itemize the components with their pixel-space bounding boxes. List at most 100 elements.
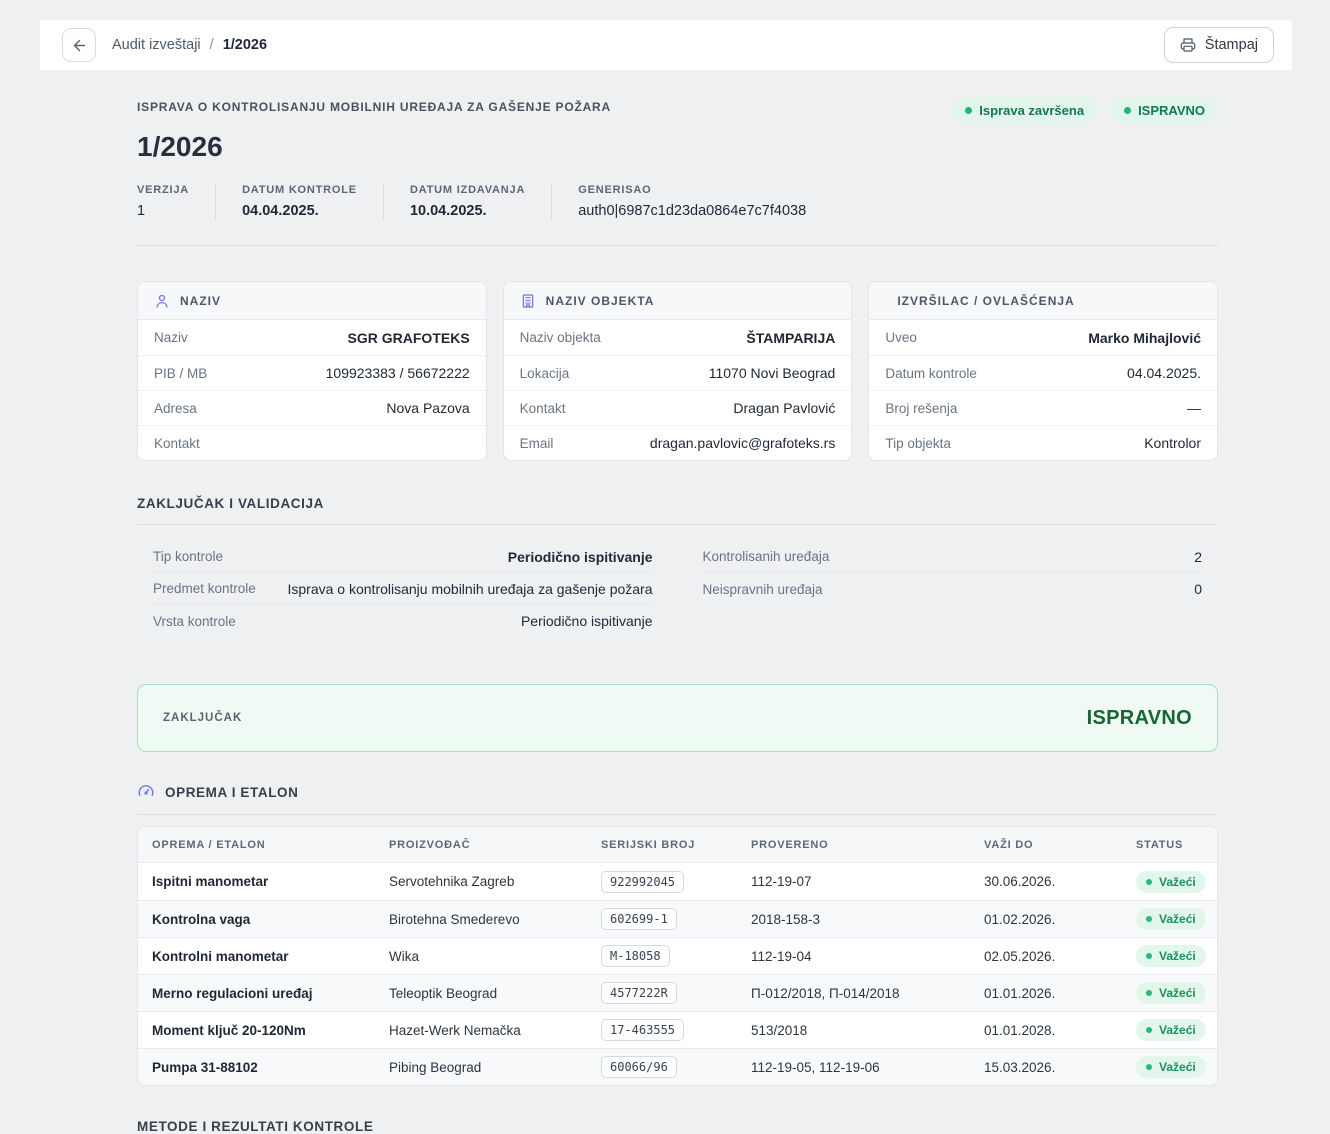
info-row: Naziv SGR GRAFOTEKS bbox=[138, 320, 486, 355]
green-dot-icon bbox=[965, 107, 972, 114]
meta-value: 04.04.2025. bbox=[242, 203, 357, 219]
serial-chip: 17-463555 bbox=[601, 1019, 684, 1041]
meta-label: VERZIJA bbox=[137, 184, 189, 196]
cell-manufacturer: Birotehna Smederevo bbox=[389, 912, 601, 927]
printer-icon bbox=[1180, 37, 1196, 53]
validation-right-column: Kontrolisanih uređaja 2 Neispravnih uređ… bbox=[703, 541, 1203, 637]
meta-value: auth0|6987c1d23da0864e7c7f4038 bbox=[578, 203, 806, 219]
table-row: Merno regulacioni uređaj Teleoptik Beogr… bbox=[138, 974, 1217, 1011]
card-executor: IZVRŠILAC / OVLAŠĆENJA Uveo Marko Mihajl… bbox=[868, 281, 1218, 461]
card-company-header: NAZIV bbox=[138, 282, 486, 320]
validation-section-title: ZAKLJUČAK I VALIDACIJA bbox=[137, 496, 1218, 525]
cell-equipment-name: Moment ključ 20-120Nm bbox=[152, 1023, 389, 1038]
green-dot-icon bbox=[1146, 916, 1152, 922]
cell-equipment-name: Kontrolna vaga bbox=[152, 912, 389, 927]
status-badges: Isprava završena ISPRAVNO bbox=[952, 97, 1218, 124]
status-badge-document: Isprava završena bbox=[952, 97, 1097, 124]
conclusion-label: ZAKLJUČAK bbox=[163, 712, 242, 724]
info-row: Kontakt Dragan Pavlović bbox=[504, 390, 852, 425]
equipment-section: OPREMA I ETALON OPREMA / ETALON PROIZVOĐ… bbox=[137, 783, 1218, 1086]
cell-verified: 112-19-04 bbox=[751, 949, 984, 964]
column-header: PROVERENO bbox=[751, 839, 984, 851]
cell-manufacturer: Teleoptik Beograd bbox=[389, 986, 601, 1001]
column-header: PROIZVOĐAČ bbox=[389, 839, 601, 851]
cell-valid-until: 01.01.2026. bbox=[984, 986, 1136, 1001]
methods-section-title: METODE I REZULTATI KONTROLE bbox=[137, 1119, 1218, 1134]
card-executor-header: IZVRŠILAC / OVLAŠĆENJA bbox=[869, 282, 1217, 320]
table-row: Moment ključ 20-120Nm Hazet-Werk Nemačka… bbox=[138, 1011, 1217, 1048]
cell-verified: П-012/2018, П-014/2018 bbox=[751, 986, 984, 1001]
print-button-label: Štampaj bbox=[1205, 37, 1258, 53]
back-button[interactable] bbox=[62, 28, 96, 62]
validation-left-column: Tip kontrole Periodično ispitivanje Pred… bbox=[153, 541, 653, 637]
serial-chip: 4577222R bbox=[601, 982, 677, 1004]
meta-value: 1 bbox=[137, 203, 189, 219]
info-row: Broj rešenja — bbox=[869, 390, 1217, 425]
cell-manufacturer: Hazet-Werk Nemačka bbox=[389, 1023, 601, 1038]
table-row: Kontrolni manometar Wika M-18058 112-19-… bbox=[138, 937, 1217, 974]
cell-valid-until: 01.02.2026. bbox=[984, 912, 1136, 927]
meta-label: GENERISAO bbox=[578, 184, 806, 196]
column-header: STATUS bbox=[1136, 839, 1203, 851]
kv-row: Predmet kontrole Isprava o kontrolisanju… bbox=[153, 573, 653, 605]
meta-label: DATUM KONTROLE bbox=[242, 184, 357, 196]
card-title: IZVRŠILAC / OVLAŠĆENJA bbox=[897, 294, 1074, 308]
document-meta: VERZIJA 1 DATUM KONTROLE 04.04.2025. DAT… bbox=[137, 184, 1218, 219]
kv-row: Tip kontrole Periodično ispitivanje bbox=[153, 541, 653, 573]
cell-verified: 112-19-07 bbox=[751, 874, 984, 889]
column-header: OPREMA / ETALON bbox=[152, 839, 389, 851]
info-row: Email dragan.pavlovic@grafoteks.rs bbox=[504, 425, 852, 460]
serial-chip: M-18058 bbox=[601, 945, 670, 967]
info-row: PIB / MB 109923383 / 56672222 bbox=[138, 355, 486, 390]
equipment-section-label: OPREMA I ETALON bbox=[165, 785, 299, 800]
green-dot-icon bbox=[1146, 879, 1152, 885]
table-row: Pumpa 31-88102 Pibing Beograd 60066/96 1… bbox=[138, 1048, 1217, 1085]
green-dot-icon bbox=[1146, 1064, 1152, 1070]
document-header: ISPRAVA O KONTROLISANJU MOBILNIH UREĐAJA… bbox=[137, 70, 1218, 246]
person-icon bbox=[154, 293, 170, 309]
green-dot-icon bbox=[1146, 990, 1152, 996]
table-row: Kontrolna vaga Birotehna Smederevo 60269… bbox=[138, 900, 1217, 937]
conclusion-box: ZAKLJUČAK ISPRAVNO bbox=[137, 684, 1218, 752]
cell-equipment-name: Merno regulacioni uređaj bbox=[152, 986, 389, 1001]
kv-row: Kontrolisanih uređaja 2 bbox=[703, 541, 1203, 573]
cell-manufacturer: Servotehnika Zagreb bbox=[389, 874, 601, 889]
cell-verified: 513/2018 bbox=[751, 1023, 984, 1038]
meta-item-generated-by: GENERISAO auth0|6987c1d23da0864e7c7f4038 bbox=[551, 184, 832, 219]
print-button[interactable]: Štampaj bbox=[1164, 27, 1274, 63]
equipment-section-title: OPREMA I ETALON bbox=[137, 783, 1218, 815]
main-content: ISPRAVA O KONTROLISANJU MOBILNIH UREĐAJA… bbox=[137, 70, 1218, 1134]
serial-chip: 602699-1 bbox=[601, 908, 677, 930]
topbar-left: Audit izveštaji / 1/2026 bbox=[62, 28, 267, 62]
table-header-row: OPREMA / ETALON PROIZVOĐAČ SERIJSKI BROJ… bbox=[138, 827, 1217, 863]
green-dot-icon bbox=[1146, 953, 1152, 959]
conclusion-value: ISPRAVNO bbox=[1087, 707, 1192, 730]
info-row: Naziv objekta ŠTAMPARIJA bbox=[504, 320, 852, 355]
info-row: Adresa Nova Pazova bbox=[138, 390, 486, 425]
card-facility-header: NAZIV OBJEKTA bbox=[504, 282, 852, 320]
status-badge: Važeći bbox=[1136, 908, 1206, 930]
info-row: Uveo Marko Mihajlović bbox=[869, 320, 1217, 355]
cell-manufacturer: Wika bbox=[389, 949, 601, 964]
status-badge: Važeći bbox=[1136, 1056, 1206, 1078]
meta-item-control-date: DATUM KONTROLE 04.04.2025. bbox=[215, 184, 383, 219]
meta-value: 10.04.2025. bbox=[410, 203, 525, 219]
page-title: 1/2026 bbox=[137, 131, 1218, 163]
breadcrumb-link-audit-reports[interactable]: Audit izveštaji bbox=[112, 37, 201, 53]
kv-row: Neispravnih uređaja 0 bbox=[703, 573, 1203, 605]
meta-item-version: VERZIJA 1 bbox=[137, 184, 215, 219]
validation-grid: Tip kontrole Periodično ispitivanje Pred… bbox=[137, 541, 1218, 637]
serial-chip: 922992045 bbox=[601, 871, 684, 893]
status-badge-result: ISPRAVNO bbox=[1111, 97, 1218, 124]
column-header: SERIJSKI BROJ bbox=[601, 839, 751, 851]
cell-valid-until: 15.03.2026. bbox=[984, 1060, 1136, 1075]
cell-equipment-name: Pumpa 31-88102 bbox=[152, 1060, 389, 1075]
serial-chip: 60066/96 bbox=[601, 1056, 677, 1078]
cell-manufacturer: Pibing Beograd bbox=[389, 1060, 601, 1075]
topbar: Audit izveštaji / 1/2026 Štampaj bbox=[40, 20, 1292, 70]
cell-verified: 112-19-05, 112-19-06 bbox=[751, 1060, 984, 1075]
meta-label: DATUM IZDAVANJA bbox=[410, 184, 525, 196]
info-row: Lokacija 11070 Novi Beograd bbox=[504, 355, 852, 390]
building-icon bbox=[520, 293, 536, 309]
validation-section: ZAKLJUČAK I VALIDACIJA Tip kontrole Peri… bbox=[137, 496, 1218, 637]
